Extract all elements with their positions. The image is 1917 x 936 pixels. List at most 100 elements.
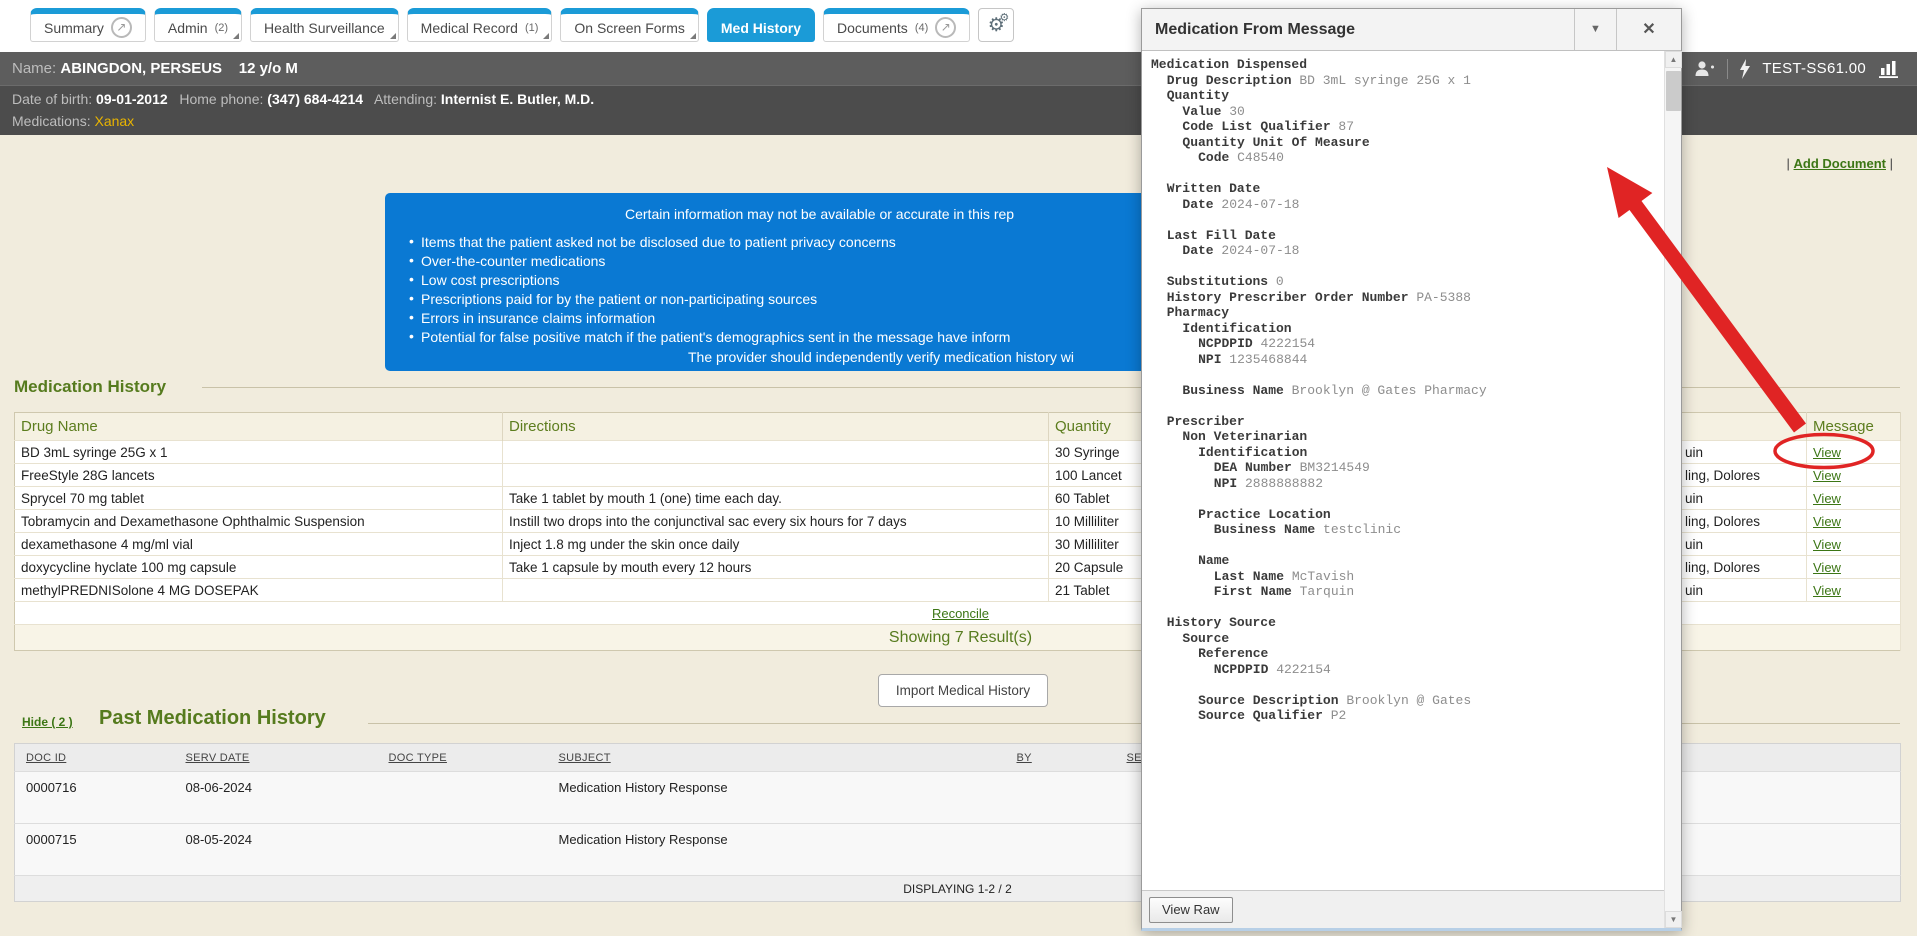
message-line: NCPDPID 4222154 xyxy=(1151,336,1655,352)
field-value: 30 xyxy=(1221,104,1244,119)
field-label: Non Veterinarian xyxy=(1182,429,1307,444)
tab-admin[interactable]: Admin(2) xyxy=(154,8,242,42)
tab-medical-record[interactable]: Medical Record(1) xyxy=(407,8,553,42)
message-line: Business Name testclinic xyxy=(1151,522,1655,538)
pipe: | xyxy=(1787,156,1790,171)
medications-value[interactable]: Xanax xyxy=(94,113,134,129)
message-line: NPI 2888888882 xyxy=(1151,476,1655,492)
collapse-icon[interactable]: ▼ xyxy=(1575,9,1616,50)
drug-name-cell: BD 3mL syringe 25G x 1 xyxy=(15,441,503,464)
tab-label: Medical Record xyxy=(421,20,518,36)
field-label: Quantity Unit Of Measure xyxy=(1182,135,1369,150)
view-raw-button[interactable]: View Raw xyxy=(1149,897,1233,923)
dialog-footer: View Raw xyxy=(1142,890,1664,928)
message-line: Code C48540 xyxy=(1151,150,1655,166)
dialog-scrollbar[interactable]: ▲ ▼ xyxy=(1664,51,1681,928)
medication-history-title: Medication History xyxy=(14,377,166,397)
message-line: Identification xyxy=(1151,445,1655,461)
message-line xyxy=(1151,259,1655,275)
view-message-link[interactable]: View xyxy=(1813,468,1841,483)
message-line: Quantity Unit Of Measure xyxy=(1151,135,1655,151)
tab-documents[interactable]: Documents(4)↗ xyxy=(823,8,970,42)
scroll-down-icon[interactable]: ▼ xyxy=(1665,911,1682,928)
view-message-link[interactable]: View xyxy=(1813,445,1841,460)
field-value: testclinic xyxy=(1315,522,1401,537)
field-value: Tarquin xyxy=(1292,584,1354,599)
message-line xyxy=(1151,212,1655,228)
field-label: NPI xyxy=(1214,476,1237,491)
view-message-link[interactable]: View xyxy=(1813,491,1841,506)
field-label: Medication Dispensed xyxy=(1151,57,1307,72)
directions-cell: Instill two drops into the conjunctival … xyxy=(503,510,1049,533)
reconcile-link[interactable]: Reconcile xyxy=(932,606,989,621)
drug-name-cell: doxycycline hyclate 100 mg capsule xyxy=(15,556,503,579)
popout-icon[interactable]: ↗ xyxy=(111,17,132,38)
message-line xyxy=(1151,398,1655,414)
directions-cell xyxy=(503,579,1049,602)
dob-label: Date of birth: xyxy=(12,91,92,107)
view-message-link[interactable]: View xyxy=(1813,560,1841,575)
field-label: Source Qualifier xyxy=(1198,708,1323,723)
column-header: DOC ID xyxy=(15,744,175,772)
field-label: Code List Qualifier xyxy=(1182,119,1330,134)
view-message-link[interactable]: View xyxy=(1813,537,1841,552)
name-label: Name: xyxy=(12,60,56,77)
field-label: History Source xyxy=(1167,615,1276,630)
field-label: Date xyxy=(1182,243,1213,258)
field-value: P2 xyxy=(1323,708,1346,723)
message-line: Source xyxy=(1151,631,1655,647)
message-line xyxy=(1151,677,1655,693)
scroll-up-icon[interactable]: ▲ xyxy=(1665,51,1682,68)
medication-from-message-dialog: Medication From Message ▼ ✕ Medication D… xyxy=(1141,8,1682,931)
hide-toggle-link[interactable]: Hide ( 2 ) xyxy=(22,715,73,729)
message-line: Prescriber xyxy=(1151,414,1655,430)
notice-bullet: Items that the patient asked not be disc… xyxy=(409,234,1010,253)
patient-name-line: Name: ABINGDON, PERSEUS 12 y/o M xyxy=(12,52,298,85)
add-user-icon[interactable] xyxy=(1694,60,1716,78)
directions-cell xyxy=(503,441,1049,464)
patient-demographics-line: Date of birth: 09-01-2012 Home phone: (3… xyxy=(12,91,594,107)
field-value: BM3214549 xyxy=(1292,460,1370,475)
message-line: Drug Description BD 3mL syringe 25G x 1 xyxy=(1151,73,1655,89)
tab-on-screen-forms[interactable]: On Screen Forms xyxy=(560,8,698,42)
close-icon[interactable]: ✕ xyxy=(1617,9,1681,50)
notice-bullet-list: Items that the patient asked not be disc… xyxy=(409,234,1010,348)
doc-type-cell xyxy=(378,824,548,876)
dialog-title-bar[interactable]: Medication From Message ▼ ✕ xyxy=(1142,9,1681,51)
column-header: SUBJECT xyxy=(548,744,1006,772)
field-label: Code xyxy=(1198,150,1229,165)
drug-name-cell: Sprycel 70 mg tablet xyxy=(15,487,503,510)
import-medical-history-button[interactable]: Import Medical History xyxy=(878,674,1048,707)
lightning-icon[interactable] xyxy=(1739,59,1751,79)
past-medication-history-title: Past Medication History xyxy=(99,707,326,730)
message-line: NPI 1235468844 xyxy=(1151,352,1655,368)
message-cell: View xyxy=(1807,487,1901,510)
notice-bullet: Over-the-counter medications xyxy=(409,253,1010,272)
header-right-tools: TEST-SS61.00 xyxy=(1694,52,1901,85)
add-document-links: | Add Document | xyxy=(1787,156,1893,171)
column-header: Directions xyxy=(503,413,1049,441)
popout-icon[interactable]: ↗ xyxy=(935,17,956,38)
view-message-link[interactable]: View xyxy=(1813,583,1841,598)
field-label: Written Date xyxy=(1167,181,1261,196)
chart-icon[interactable] xyxy=(1877,59,1901,79)
field-label: Identification xyxy=(1182,321,1291,336)
tab-health-surveillance[interactable]: Health Surveillance xyxy=(250,8,399,42)
field-value: 4222154 xyxy=(1253,336,1315,351)
message-line xyxy=(1151,166,1655,182)
field-value: McTavish xyxy=(1284,569,1354,584)
field-value: 1235468844 xyxy=(1222,352,1308,367)
scrollbar-thumb[interactable] xyxy=(1666,71,1681,111)
view-message-link[interactable]: View xyxy=(1813,514,1841,529)
gear-icon-small: ⚙ xyxy=(999,11,1009,24)
tab-med-history[interactable]: Med History xyxy=(707,8,815,42)
settings-gear-button[interactable]: ⚙⚙ xyxy=(978,8,1014,42)
message-line: History Prescriber Order Number PA-5388 xyxy=(1151,290,1655,306)
message-line xyxy=(1151,600,1655,616)
dob-value: 09-01-2012 xyxy=(96,91,168,107)
add-document-link[interactable]: Add Document xyxy=(1794,156,1886,171)
message-line: History Source xyxy=(1151,615,1655,631)
message-line: NCPDPID 4222154 xyxy=(1151,662,1655,678)
tab-summary[interactable]: Summary↗ xyxy=(30,8,146,42)
field-label: NCPDPID xyxy=(1214,662,1269,677)
